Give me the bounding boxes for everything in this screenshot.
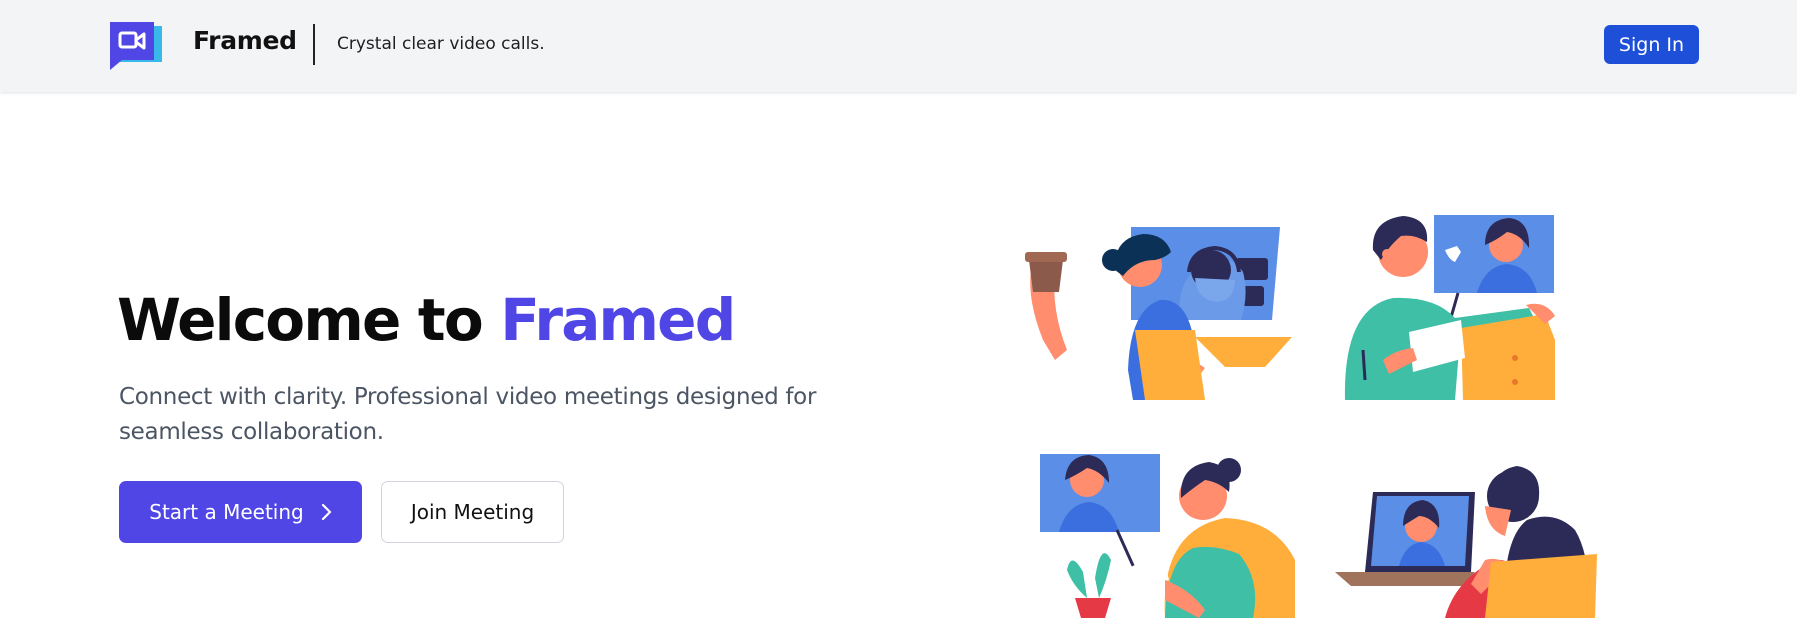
video-call-people-illustration [1025, 215, 1597, 618]
sign-in-button[interactable]: Sign In [1604, 25, 1699, 64]
video-camera-icon[interactable] [108, 20, 164, 70]
top-navigation-bar: Framed Crystal clear video calls. Sign I… [0, 0, 1797, 92]
hero-title-accent: Framed [500, 286, 736, 354]
hero-subtitle: Connect with clarity. Professional video… [119, 384, 817, 445]
scene-laptop-call [1335, 466, 1597, 618]
scene-coffee-call [1025, 227, 1292, 400]
scene-tablet-call [1344, 215, 1555, 400]
hero-title: Welcome to Framed [117, 284, 736, 356]
join-meeting-button[interactable]: Join Meeting [381, 481, 564, 543]
start-meeting-label: Start a Meeting [149, 500, 304, 524]
hero-title-prefix: Welcome to [117, 286, 501, 354]
start-meeting-button[interactable]: Start a Meeting [119, 481, 362, 543]
chevron-right-icon [321, 503, 331, 521]
tagline: Crystal clear video calls. [337, 34, 545, 54]
brand-name[interactable]: Framed [193, 26, 297, 55]
brand-divider [313, 24, 315, 65]
scene-plant-call [1040, 454, 1295, 618]
